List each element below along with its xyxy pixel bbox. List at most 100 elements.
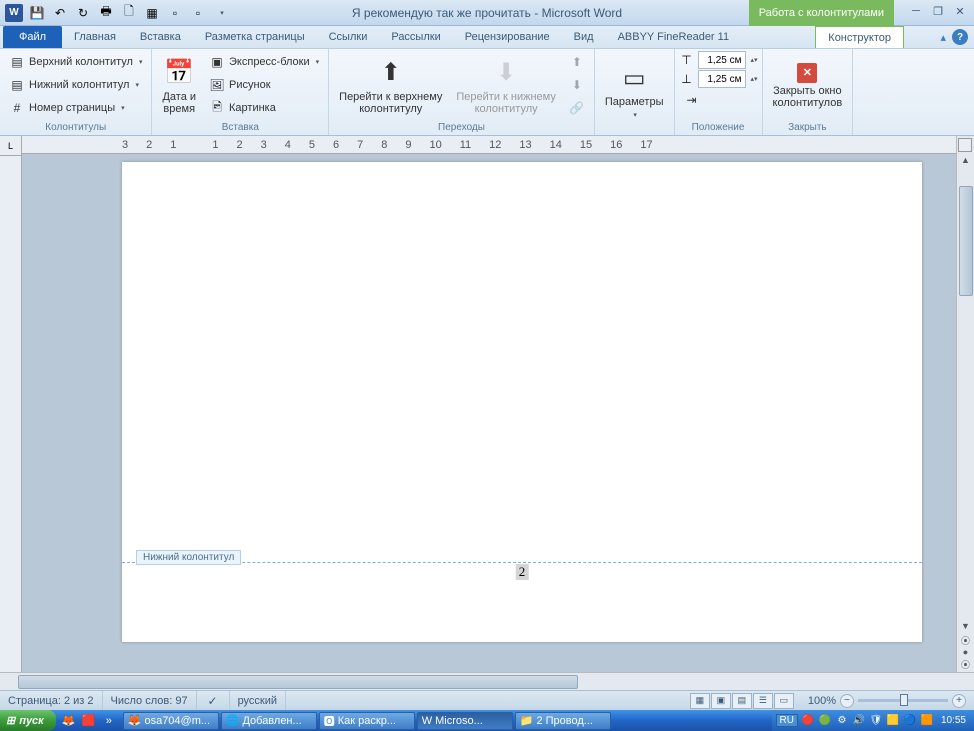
taskbar-item-3[interactable]: 🅾Как раскр...: [319, 712, 415, 730]
close-header-footer-button[interactable]: ✕ Закрыть окноколонтитулов: [767, 51, 849, 120]
goto-header-button[interactable]: ⬆ Перейти к верхнемуколонтитулу: [333, 51, 448, 120]
picture-button[interactable]: 🖼Рисунок: [204, 74, 324, 96]
footer-from-bottom[interactable]: ⊥▴▾: [679, 70, 758, 88]
tray-icon[interactable]: 🟢: [818, 714, 832, 728]
tab-view[interactable]: Вид: [562, 26, 606, 48]
vertical-ruler[interactable]: [0, 156, 22, 690]
gf-l1: Перейти к нижнему: [456, 91, 555, 103]
browse-next[interactable]: ⦿: [957, 656, 974, 672]
tab-layout[interactable]: Разметка страницы: [193, 26, 317, 48]
tab-abbyy[interactable]: ABBYY FineReader 11: [606, 26, 742, 48]
page2-icon: ▫: [190, 5, 206, 21]
status-proofing[interactable]: ✓: [197, 691, 230, 710]
zoom-value[interactable]: 100%: [808, 695, 836, 707]
group-navigation: ⬆ Перейти к верхнемуколонтитулу ⬇ Перейт…: [329, 49, 595, 135]
tab-references[interactable]: Ссылки: [317, 26, 380, 48]
tab-mailings[interactable]: Рассылки: [379, 26, 452, 48]
tray-icon[interactable]: 🔊: [852, 714, 866, 728]
horizontal-ruler[interactable]: 3211234567891011121314151617: [22, 136, 956, 154]
scroll-up-arrow[interactable]: ▲: [957, 152, 974, 168]
zoom-thumb[interactable]: [900, 694, 908, 706]
qat-button-d[interactable]: ▫: [188, 3, 208, 23]
tab-selector[interactable]: L: [0, 136, 22, 156]
header-top-input[interactable]: [698, 51, 746, 69]
footer-bottom-input[interactable]: [698, 70, 746, 88]
zoom-slider[interactable]: [858, 699, 948, 702]
tray-icon[interactable]: 🔴: [801, 714, 815, 728]
group-close: ✕ Закрыть окноколонтитулов Закрыть: [763, 49, 854, 135]
tab-home[interactable]: Главная: [62, 26, 128, 48]
status-words[interactable]: Число слов: 97: [103, 691, 197, 710]
zoom-out-button[interactable]: −: [840, 694, 854, 708]
taskbar-item-5[interactable]: 📁2 Провод...: [515, 712, 611, 730]
save-button[interactable]: 💾: [27, 3, 47, 23]
goto-footer-button[interactable]: ⬇ Перейти к нижнемуколонтитулу: [450, 51, 561, 120]
footer-button[interactable]: ▤Нижний колонтитул▾: [4, 74, 147, 96]
close-icon: ✕: [797, 63, 817, 83]
options-button[interactable]: ▭ Параметры▾: [599, 51, 670, 131]
view-draft[interactable]: ▭: [774, 693, 794, 709]
language-indicator[interactable]: RU: [776, 714, 798, 727]
clipart-button[interactable]: 🖻Картинка: [204, 97, 324, 119]
status-language[interactable]: русский: [230, 691, 286, 710]
page-number-field[interactable]: 2: [516, 564, 529, 580]
taskbar-item-4[interactable]: WMicroso...: [417, 712, 513, 730]
tray-icon[interactable]: 🔵: [903, 714, 917, 728]
tray-icon[interactable]: 🟧: [920, 714, 934, 728]
close-button[interactable]: ✕: [952, 4, 968, 18]
zoom-in-button[interactable]: +: [952, 694, 966, 708]
spinner-icon[interactable]: ▴▾: [751, 75, 758, 83]
link-prev-button[interactable]: 🔗: [564, 97, 590, 119]
qat-button-c[interactable]: ▫: [165, 3, 185, 23]
start-button[interactable]: ⊞пуск: [0, 710, 56, 731]
taskbar-item-2[interactable]: 🌐Добавлен...: [221, 712, 317, 730]
horizontal-scrollbar[interactable]: [0, 672, 974, 690]
tab-designer[interactable]: Конструктор: [815, 26, 904, 48]
word-app-icon[interactable]: W: [4, 3, 24, 23]
vertical-scrollbar[interactable]: ▲ ▼ ⦿ ● ⦿: [956, 136, 974, 672]
minimize-button[interactable]: ─: [908, 4, 924, 18]
restore-button[interactable]: ❐: [930, 4, 946, 18]
nav-prev-button[interactable]: ⬆: [564, 51, 590, 73]
print-preview-button[interactable]: 🖶: [96, 3, 116, 23]
insert-align-tab-button[interactable]: ⇥: [679, 89, 758, 111]
tray-icon[interactable]: 🟨: [886, 714, 900, 728]
group-label: Положение: [679, 120, 758, 135]
header-button[interactable]: ▤Верхний колонтитул▾: [4, 51, 147, 73]
close-l1: Закрыть окно: [773, 85, 842, 97]
tab-file[interactable]: Файл: [3, 26, 62, 48]
spinner-icon[interactable]: ▴▾: [751, 56, 758, 64]
tab-insert[interactable]: Вставка: [128, 26, 193, 48]
help-button[interactable]: ?: [952, 29, 968, 45]
ruler-toggle-button[interactable]: [958, 138, 972, 152]
ql-icon-1[interactable]: 🦊: [60, 712, 78, 730]
date-time-button[interactable]: 📅 Дата ивремя: [156, 51, 202, 120]
ql-expand[interactable]: »: [100, 712, 118, 730]
page[interactable]: Нижний колонтитул 2: [122, 162, 922, 642]
taskbar-item-1[interactable]: 🦊osa704@m...: [123, 712, 219, 730]
tray-icon[interactable]: 🛡: [869, 714, 883, 728]
undo-button[interactable]: ↶: [50, 3, 70, 23]
header-from-top[interactable]: ⊤▴▾: [679, 51, 758, 69]
view-web[interactable]: ▤: [732, 693, 752, 709]
qat-customize[interactable]: ▾: [211, 3, 231, 23]
view-buttons: ▦ ▣ ▤ ☰ ▭: [684, 693, 800, 709]
tab-review[interactable]: Рецензирование: [453, 26, 562, 48]
page-number-button[interactable]: #Номер страницы▾: [4, 97, 147, 119]
ribbon-expand-button[interactable]: ▴: [940, 31, 946, 44]
clipart-icon: 🖻: [209, 100, 225, 116]
view-print-layout[interactable]: ▦: [690, 693, 710, 709]
tray-icon[interactable]: ⚙: [835, 714, 849, 728]
ql-icon-2[interactable]: 🟥: [80, 712, 98, 730]
view-outline[interactable]: ☰: [753, 693, 773, 709]
view-fullscreen[interactable]: ▣: [711, 693, 731, 709]
nav-next-button[interactable]: ⬇: [564, 74, 590, 96]
clock[interactable]: 10:55: [937, 715, 970, 726]
quick-parts-button[interactable]: ▣Экспресс-блоки▾: [204, 51, 324, 73]
redo-button[interactable]: ↻: [73, 3, 93, 23]
qat-button-b[interactable]: ▦: [142, 3, 162, 23]
status-page[interactable]: Страница: 2 из 2: [0, 691, 103, 710]
scroll-thumb-h[interactable]: [18, 675, 578, 689]
scroll-thumb[interactable]: [959, 186, 973, 296]
qat-button-a[interactable]: 🗋: [119, 3, 139, 23]
